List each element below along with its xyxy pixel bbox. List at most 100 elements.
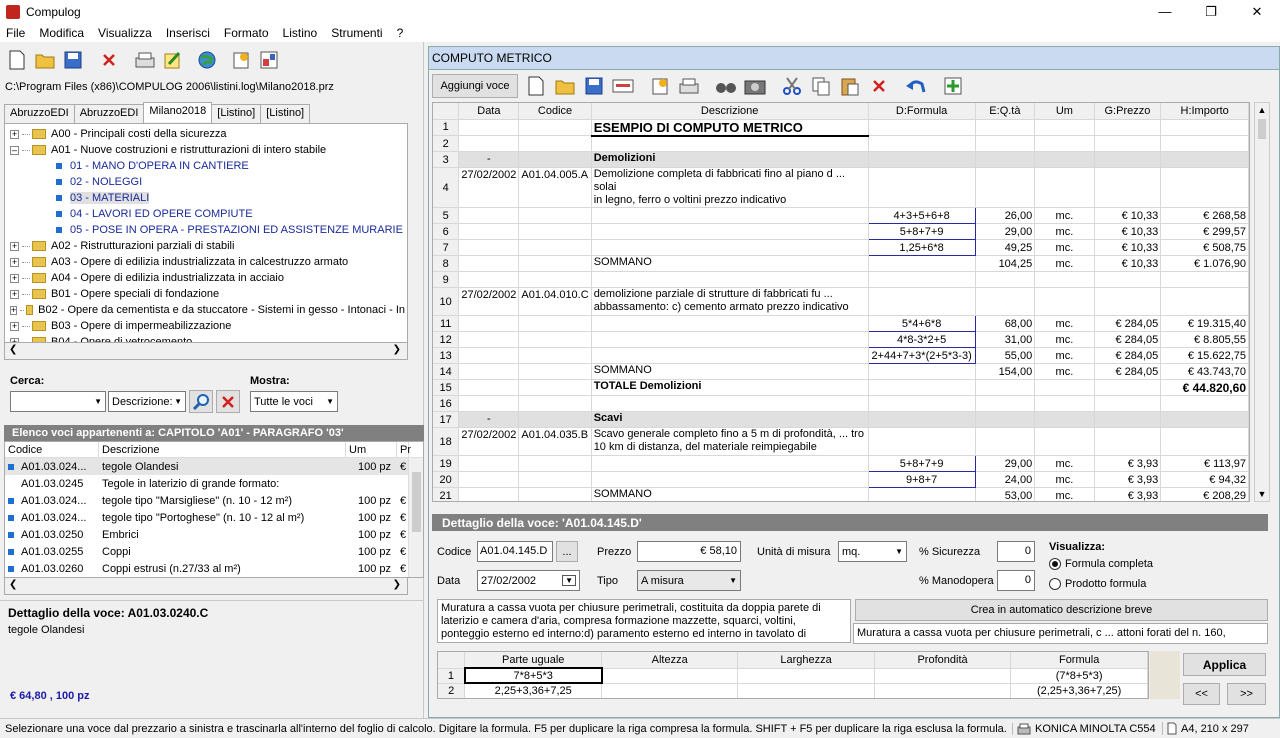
cell-descrizione[interactable]: ESEMPIO DI COMPUTO METRICO xyxy=(591,119,869,137)
expand-icon[interactable]: + xyxy=(10,321,19,331)
cell-um[interactable]: mc. xyxy=(1034,363,1095,380)
open-folder-icon[interactable] xyxy=(33,48,57,72)
menu-modifica[interactable]: Modifica xyxy=(32,26,91,40)
create-short-desc-button[interactable]: Crea in automatico descrizione breve xyxy=(855,599,1268,621)
cell-prezzo[interactable]: € 10,33 xyxy=(1094,223,1162,240)
col-altezza[interactable]: Altezza xyxy=(601,652,739,669)
cell-altezza[interactable] xyxy=(601,668,739,684)
print-icon[interactable] xyxy=(677,74,701,98)
cell-codice[interactable] xyxy=(518,471,592,488)
radio-selected-icon[interactable] xyxy=(1049,558,1061,570)
grid-row[interactable]: 18 27/02/2002 A01.04.035.B Scavo generale c… xyxy=(433,427,1249,456)
cell-um[interactable]: mc. xyxy=(1034,315,1095,332)
tipo-select[interactable]: A misura ▼ xyxy=(637,570,741,591)
cell-codice[interactable]: A01.04.010.C xyxy=(518,287,592,316)
cell-descrizione[interactable]: SOMMANO xyxy=(591,363,869,380)
cell-formula[interactable] xyxy=(868,427,976,456)
cell-importo[interactable]: € 44.820,60 xyxy=(1160,379,1249,396)
cell-data[interactable] xyxy=(458,395,520,412)
cell-codice[interactable] xyxy=(518,411,592,428)
cell-um[interactable]: mc. xyxy=(1034,487,1095,501)
cell-codice[interactable] xyxy=(518,395,592,412)
cell-importo[interactable]: € 208,29 xyxy=(1160,487,1249,501)
col-profondita[interactable]: Profondità xyxy=(874,652,1012,669)
col-um[interactable]: Um xyxy=(346,442,397,457)
cell-formula[interactable] xyxy=(868,287,976,316)
row-number[interactable]: 9 xyxy=(433,271,460,288)
cell-data[interactable] xyxy=(458,239,520,256)
grid-row[interactable]: 7 1,25+6*8 49,25 mc. € 10,33 € 508,75 xyxy=(433,239,1249,256)
row-number[interactable]: 16 xyxy=(433,395,460,412)
cell-quantita[interactable]: 154,00 xyxy=(975,363,1036,380)
tree-chapter-item[interactable]: + A04 - Opere di edilizia industrializzat… xyxy=(10,270,405,286)
col-header-qta[interactable]: E:Q.tà xyxy=(975,103,1036,120)
row-number[interactable]: 1 xyxy=(438,668,466,684)
cell-data[interactable]: - xyxy=(458,411,520,428)
cell-codice[interactable] xyxy=(518,455,592,472)
cell-um[interactable]: mc. xyxy=(1034,223,1095,240)
row-number[interactable]: 6 xyxy=(433,223,460,240)
undo-icon[interactable] xyxy=(904,74,928,98)
binoculars-icon[interactable] xyxy=(714,74,738,98)
cell-importo[interactable] xyxy=(1160,119,1249,136)
close-window-button[interactable]: ✕ xyxy=(1234,0,1280,23)
scroll-right-icon[interactable]: ❯ xyxy=(393,344,401,355)
menu-strumenti[interactable]: Strumenti xyxy=(324,26,389,40)
cell-quantita[interactable]: 24,00 xyxy=(975,471,1036,488)
cell-codice[interactable] xyxy=(518,315,592,332)
grid-row[interactable]: 3- Demolizioni xyxy=(433,151,1249,168)
cell-quantita[interactable] xyxy=(975,167,1036,208)
cell-um[interactable] xyxy=(1034,135,1095,152)
cell-formula[interactable]: 4*8-3*2+5 xyxy=(867,331,976,348)
short-description-field[interactable]: Muratura a cassa vuota per chiusure peri… xyxy=(853,623,1268,644)
cell-data[interactable] xyxy=(458,271,520,288)
grid-row[interactable]: 6 5+8+7+9 29,00 mc. € 10,33 € 299,57 xyxy=(433,223,1249,240)
sicurezza-field[interactable]: 0 xyxy=(997,541,1035,562)
tree-chapter-item[interactable]: + A00 - Principali costi della sicurezza xyxy=(10,126,405,142)
cell-um[interactable]: mc. xyxy=(1034,471,1095,488)
mostra-select[interactable]: Tutte le voci ▼ xyxy=(250,391,338,412)
cell-formula[interactable] xyxy=(868,271,976,288)
scroll-left-icon[interactable]: ❮ xyxy=(9,579,17,590)
cell-um[interactable]: mc. xyxy=(1034,347,1095,364)
cell-codice[interactable] xyxy=(518,271,592,288)
maximize-button[interactable]: ❐ xyxy=(1188,0,1234,23)
cell-prezzo[interactable] xyxy=(1094,167,1162,208)
cell-altezza[interactable] xyxy=(601,683,739,698)
cell-um[interactable] xyxy=(1034,271,1095,288)
grid-row[interactable]: 16 xyxy=(433,395,1249,412)
scroll-left-icon[interactable]: ❮ xyxy=(9,344,17,355)
scroll-right-icon[interactable]: ❯ xyxy=(393,579,401,590)
grid-row[interactable]: 10 27/02/2002 A01.04.010.C demolizione parz… xyxy=(433,287,1249,316)
cell-codice[interactable] xyxy=(518,331,592,348)
cell-formula[interactable] xyxy=(868,363,976,380)
grid-row[interactable]: 12 4*8-3*2+5 31,00 mc. € 284,05 € 8.805,55 xyxy=(433,331,1249,348)
cell-um[interactable] xyxy=(1034,287,1095,316)
cell-formula[interactable]: 5+8+7+9 xyxy=(867,223,976,240)
row-number[interactable]: 13 xyxy=(433,347,460,364)
cell-descrizione[interactable]: SOMMANO xyxy=(591,255,869,272)
cell-prezzo[interactable] xyxy=(1094,287,1162,316)
cell-um[interactable] xyxy=(1034,379,1095,396)
cell-quantita[interactable] xyxy=(975,151,1036,168)
col-header-um[interactable]: Um xyxy=(1034,103,1095,120)
cell-um[interactable] xyxy=(1034,151,1095,168)
tree-leaf-item[interactable]: 02 - NOLEGGI xyxy=(10,174,405,190)
edit-icon[interactable] xyxy=(161,48,185,72)
col-header-codice[interactable]: Codice xyxy=(518,103,592,120)
cell-formula[interactable] xyxy=(868,379,976,396)
cell-prezzo[interactable]: € 284,05 xyxy=(1094,331,1162,348)
codice-field[interactable]: A01.04.145.D xyxy=(477,541,553,562)
cell-prezzo[interactable] xyxy=(1094,151,1162,168)
cell-um[interactable]: mc. xyxy=(1034,239,1095,256)
cell-descrizione[interactable] xyxy=(591,331,869,348)
cell-data[interactable]: 27/02/2002 xyxy=(458,167,520,208)
row-number[interactable]: 18 xyxy=(433,427,460,456)
expand-icon[interactable]: + xyxy=(10,273,19,283)
tab-abruzzo-1[interactable]: AbruzzoEDI xyxy=(4,104,75,123)
tree-leaf-item[interactable]: 05 - POSE IN OPERA - PRESTAZIONI ED ASSI… xyxy=(10,222,405,238)
cell-prezzo[interactable]: € 3,93 xyxy=(1094,487,1162,501)
cell-importo[interactable] xyxy=(1160,287,1249,316)
grid-row[interactable]: 8 SOMMANO 104,25 mc. € 10,33 € 1.076,90 xyxy=(433,255,1249,272)
search-field-combo[interactable]: Descrizione: ▼ xyxy=(108,391,186,412)
